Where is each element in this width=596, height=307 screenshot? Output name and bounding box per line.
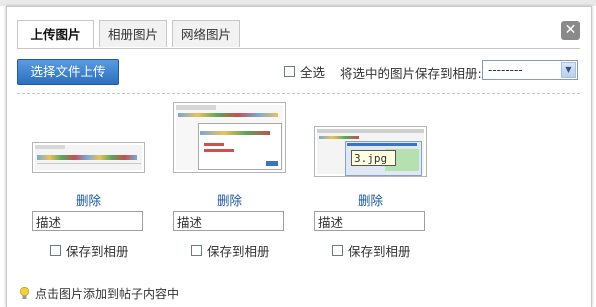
dashed-divider	[17, 93, 580, 94]
save-to-album[interactable]: 保存到相册	[332, 242, 411, 259]
save-to-album-label: 保存到相册	[348, 243, 411, 259]
select-all-label: 全选	[300, 64, 326, 80]
save-to-album-checkbox[interactable]	[332, 244, 343, 256]
tip-text: 点击图片添加到帖子内容中	[35, 286, 180, 301]
tab-web-images[interactable]: 网络图片	[172, 20, 240, 47]
tab-upload-images[interactable]: 上传图片	[17, 20, 94, 49]
delete-link[interactable]: 删除	[358, 190, 383, 209]
save-to-album-label: 保存到相册	[207, 243, 270, 259]
description-input[interactable]	[32, 211, 143, 231]
image-item: 删除 保存到相册	[173, 100, 293, 260]
delete-link[interactable]: 删除	[217, 190, 242, 209]
save-to-album-label: 保存到相册	[66, 243, 129, 259]
image-thumbnail[interactable]	[32, 142, 145, 173]
filename-tooltip: 3.jpg	[351, 150, 396, 166]
image-item: 删除 保存到相册	[314, 100, 434, 260]
album-select-value: --------	[488, 63, 523, 77]
select-all[interactable]: 全选	[284, 63, 326, 80]
save-to-album-checkbox[interactable]	[191, 244, 202, 256]
delete-link[interactable]: 删除	[76, 190, 101, 209]
save-to-album[interactable]: 保存到相册	[50, 242, 129, 259]
tab-album-images[interactable]: 相册图片	[99, 20, 167, 47]
save-selected-label: 将选中的图片保存到相册:	[340, 66, 482, 81]
description-input[interactable]	[173, 211, 284, 231]
tip: 点击图片添加到帖子内容中	[19, 285, 179, 301]
upload-image-dialog: 上传图片 相册图片 网络图片 ✕ 选择文件上传 全选 将选中的图片保存到相册: …	[6, 6, 592, 307]
select-all-checkbox[interactable]	[284, 65, 295, 77]
description-input[interactable]	[314, 211, 425, 231]
save-to-album[interactable]: 保存到相册	[191, 242, 270, 259]
select-file-upload-button[interactable]: 选择文件上传	[17, 59, 119, 85]
image-item: 删除 保存到相册	[32, 100, 152, 260]
image-thumbnail[interactable]	[173, 102, 286, 173]
lightbulb-icon	[19, 286, 30, 299]
save-to-album-checkbox[interactable]	[50, 244, 61, 256]
chevron-down-icon[interactable]: ▼	[561, 62, 576, 78]
tab-divider	[17, 48, 580, 49]
close-icon[interactable]: ✕	[561, 21, 580, 40]
album-select[interactable]: -------- ▼	[482, 60, 578, 80]
